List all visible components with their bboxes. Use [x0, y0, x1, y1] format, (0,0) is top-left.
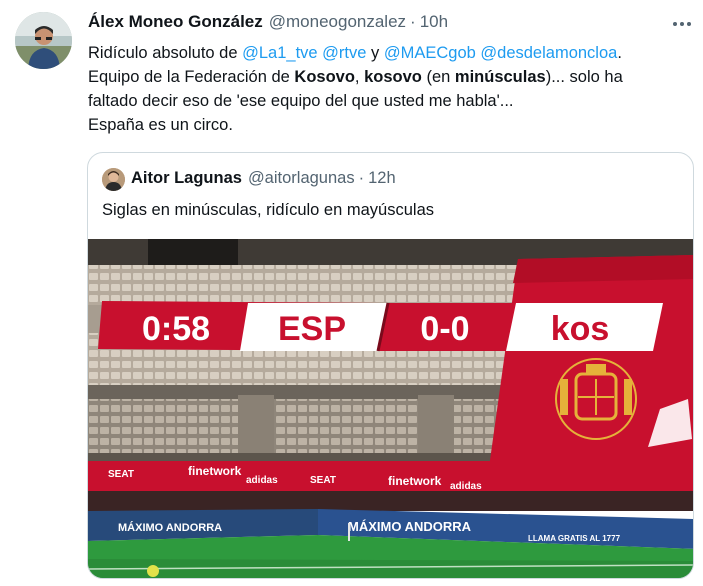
- tweet-header: Álex Moneo González @moneogonzalez · 10h: [88, 12, 448, 36]
- ad-andorra-2: MÁXIMO ANDORRA: [348, 519, 472, 534]
- quoted-tweet[interactable]: Aitor Lagunas @aitorlagunas · 12h Siglas…: [87, 152, 694, 579]
- author-avatar[interactable]: [15, 12, 72, 69]
- scoreboard-clock: 0:58: [142, 310, 210, 348]
- tweet-timestamp[interactable]: 10h: [420, 12, 448, 32]
- author-name[interactable]: Álex Moneo González: [88, 12, 263, 32]
- ad-small-text: LLAMA GRATIS AL 1777: [528, 534, 621, 543]
- ad-seat-1: SEAT: [108, 469, 134, 480]
- quoted-header: Aitor Lagunas @aitorlagunas · 12h: [131, 169, 396, 188]
- mention-la1-tve[interactable]: @La1_tve: [242, 44, 317, 62]
- scoreboard-home: ESP: [278, 310, 346, 348]
- quoted-author-name[interactable]: Aitor Lagunas: [131, 169, 242, 188]
- author-handle[interactable]: @moneogonzalez: [269, 12, 406, 32]
- tweet-text-line-4: España es un circo.: [88, 116, 233, 134]
- ad-finetwork-2: finetwork: [388, 474, 442, 488]
- ad-seat-2: SEAT: [310, 475, 336, 486]
- quoted-timestamp[interactable]: 12h: [368, 169, 396, 188]
- ad-adidas-2: adidas: [450, 481, 482, 492]
- tv-scoreboard: 0:58 ESP 0-0 kos: [98, 301, 663, 352]
- tweet-text-line-1: Ridículo absoluto de @La1_tve @rtve y @M…: [88, 44, 622, 62]
- ad-finetwork-1: finetwork: [188, 464, 242, 478]
- tweet[interactable]: Álex Moneo González @moneogonzalez · 10h…: [0, 0, 703, 586]
- quoted-author-handle[interactable]: @aitorlagunas: [248, 169, 355, 188]
- separator-dot: ·: [358, 169, 365, 187]
- scoreboard-score: 0-0: [420, 310, 469, 348]
- tweet-text-line-3: faltado decir eso de 'ese equipo del que…: [88, 92, 514, 110]
- quoted-author-avatar[interactable]: [102, 168, 125, 191]
- separator-dot: ·: [410, 12, 416, 31]
- mention-desdelamoncloa[interactable]: @desdelamoncloa: [480, 44, 617, 62]
- ad-andorra-1: MÁXIMO ANDORRA: [118, 521, 222, 534]
- ad-adidas-1: adidas: [246, 475, 278, 486]
- mention-maecgob[interactable]: @MAECgob: [384, 44, 476, 62]
- tweet-text: Ridículo absoluto de @La1_tve @rtve y @M…: [88, 41, 688, 137]
- mention-rtve[interactable]: @rtve: [322, 44, 366, 62]
- scoreboard-away: kos: [551, 310, 610, 348]
- spain-crest-icon: [555, 358, 637, 440]
- more-options-icon[interactable]: [668, 14, 696, 34]
- tweet-text-line-2: Equipo de la Federación de Kosovo, kosov…: [88, 68, 623, 86]
- quoted-text: Siglas en minúsculas, ridículo en mayúsc…: [102, 201, 434, 219]
- quoted-media-image[interactable]: 0:58 ESP 0-0 kos SEAT finetwork adidas S…: [88, 239, 693, 578]
